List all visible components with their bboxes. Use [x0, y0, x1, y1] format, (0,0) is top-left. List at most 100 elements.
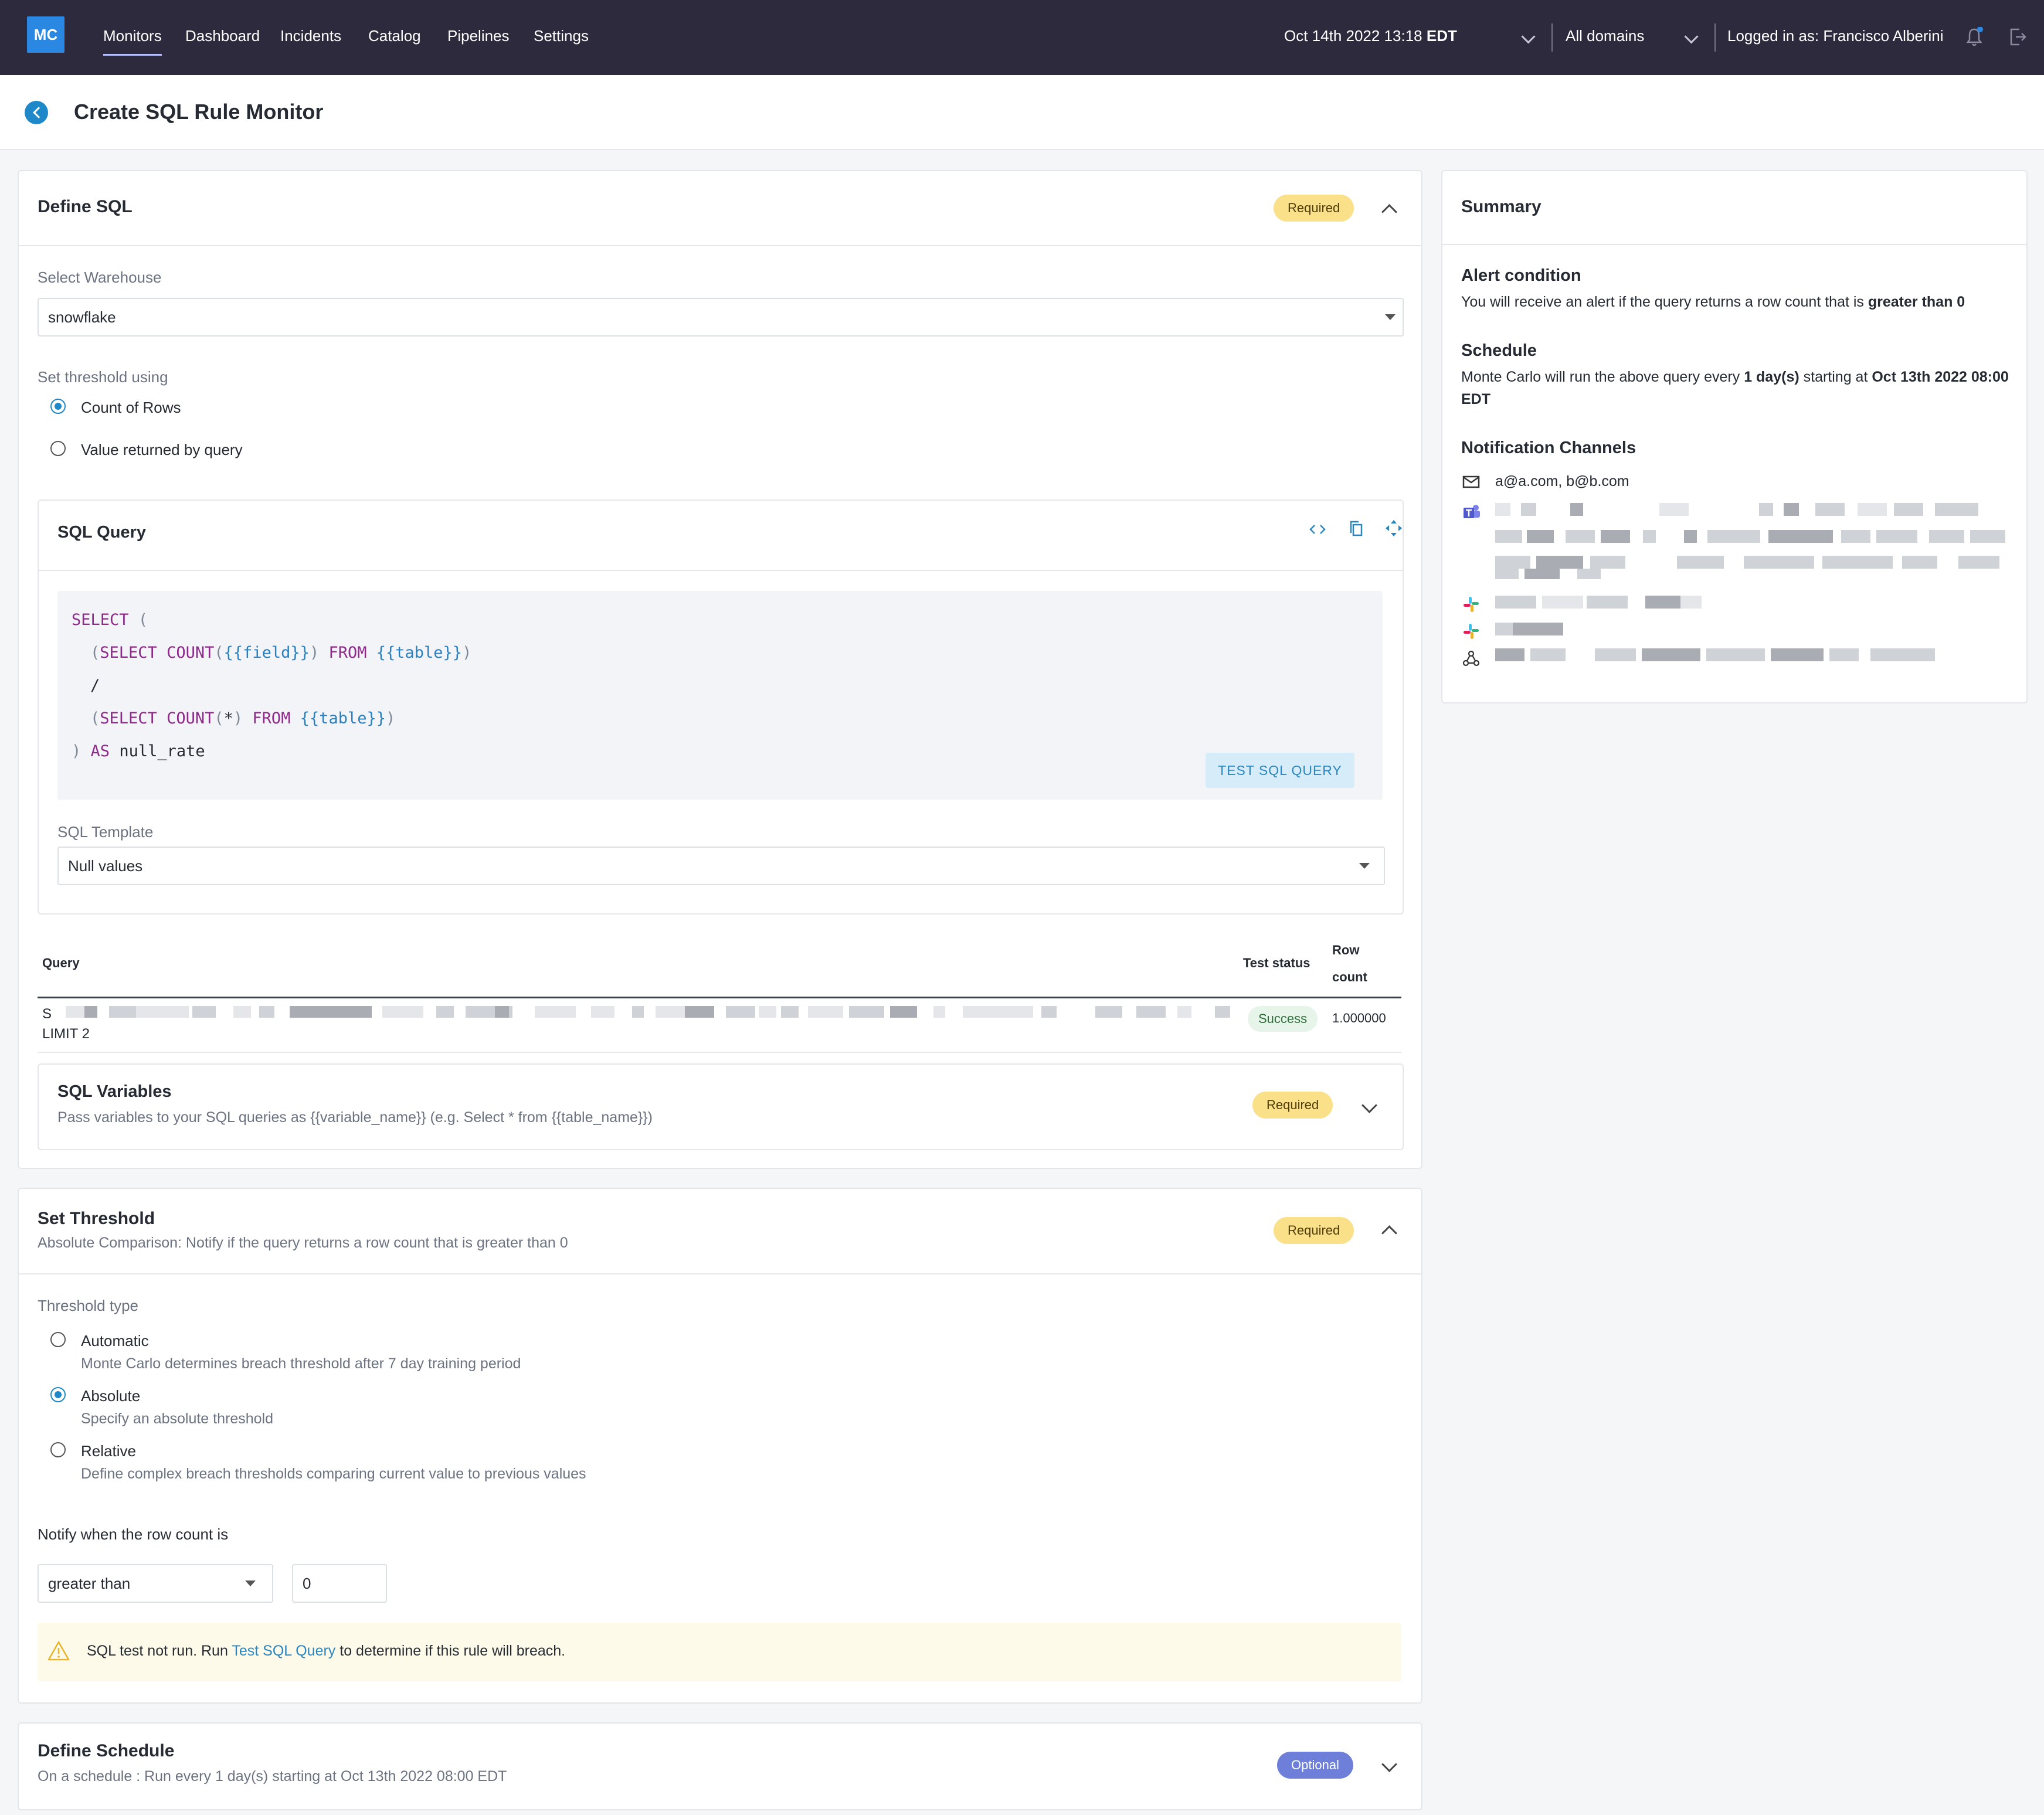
redacted-text [1829, 648, 1859, 661]
option-automatic[interactable]: Automatic [81, 1332, 149, 1350]
comparator-value: greater than [48, 1575, 131, 1592]
radio-value-returned[interactable] [50, 441, 66, 456]
test-sql-query-link[interactable]: Test SQL Query [232, 1643, 335, 1659]
redacted-text [290, 1006, 372, 1018]
chevron-down-icon[interactable] [1521, 29, 1536, 44]
divider [19, 245, 1421, 246]
define-schedule-title: Define Schedule [38, 1741, 175, 1760]
warehouse-select[interactable]: snowflake [38, 298, 1404, 337]
redacted-text [1771, 648, 1824, 661]
domain-select[interactable]: All domains [1566, 27, 1644, 45]
code-icon[interactable] [1308, 522, 1327, 537]
bell-icon[interactable] [1965, 27, 1983, 47]
chevron-up-icon[interactable] [1381, 1225, 1397, 1241]
expand-icon[interactable] [1384, 518, 1404, 538]
email-channel: a@a.com, b@b.com [1495, 473, 1629, 490]
redacted-text [685, 1006, 714, 1018]
nav-catalog[interactable]: Catalog [368, 27, 421, 45]
redacted-text [1495, 623, 1513, 635]
nav-pipelines[interactable]: Pipelines [447, 27, 510, 45]
col-count: count [1332, 970, 1367, 984]
redacted-text [1841, 530, 1870, 543]
redacted-text [382, 1006, 423, 1018]
radio-automatic[interactable] [50, 1332, 66, 1347]
code-token: COUNT [167, 709, 215, 728]
define-sql-card: Define SQL Required Select Warehouse sno… [18, 170, 1422, 1169]
redacted-text [1659, 503, 1689, 516]
nav-divider [1551, 23, 1553, 52]
caret-down-icon [1385, 314, 1396, 320]
col-test-status: Test status [1243, 956, 1310, 970]
option-value-returned[interactable]: Value returned by query [81, 441, 243, 459]
sql-warning-banner: SQL test not run. Run Test SQL Query to … [38, 1623, 1401, 1681]
sql-variables-panel[interactable]: SQL Variables Pass variables to your SQL… [38, 1063, 1404, 1150]
logout-icon[interactable] [2008, 27, 2028, 47]
copy-icon[interactable] [1347, 519, 1365, 538]
redacted-text [1041, 1006, 1057, 1018]
chevron-down-icon[interactable] [1361, 1097, 1377, 1113]
redacted-text [1495, 569, 1519, 579]
redacted-text [1495, 530, 1522, 543]
alert-bold: greater than 0 [1868, 294, 1965, 310]
code-token: ) [462, 644, 472, 662]
divider [19, 1273, 1421, 1274]
code-line-2: (SELECT COUNT({{field}}) FROM {{table}}) [90, 644, 471, 662]
option-absolute[interactable]: Absolute [81, 1387, 140, 1405]
alert-pre: You will receive an alert if the query r… [1461, 294, 1868, 310]
radio-count-of-rows[interactable] [50, 399, 66, 414]
code-token: AS [90, 742, 110, 760]
nav-monitors[interactable]: Monitors [103, 27, 162, 56]
chevron-down-icon[interactable] [1381, 1756, 1397, 1772]
sql-editor[interactable]: SELECT ( (SELECT COUNT({{field}}) FROM {… [57, 591, 1383, 800]
redacted-text [1215, 1006, 1230, 1018]
redacted-text [1590, 556, 1625, 569]
test-sql-query-button[interactable]: TEST SQL QUERY [1206, 753, 1354, 788]
redacted-text [1601, 530, 1630, 543]
slack-icon [1464, 624, 1479, 639]
redacted-text [1570, 503, 1583, 516]
code-token: ) [233, 709, 243, 728]
option-count-of-rows[interactable]: Count of Rows [81, 399, 181, 417]
comparator-select[interactable]: greater than [38, 1564, 273, 1603]
redacted-text [1784, 503, 1799, 516]
code-token: * [223, 709, 233, 728]
redacted-text [1929, 530, 1964, 543]
sql-variables-title: SQL Variables [57, 1082, 172, 1101]
redacted-text [535, 1006, 576, 1018]
redacted-text [1970, 530, 2005, 543]
chevron-up-icon[interactable] [1381, 204, 1397, 220]
option-relative[interactable]: Relative [81, 1442, 136, 1460]
option-absolute-desc: Specify an absolute threshold [81, 1410, 273, 1427]
code-line-1: SELECT ( [72, 611, 148, 629]
radio-absolute[interactable] [50, 1387, 66, 1402]
redacted-text [759, 1006, 776, 1018]
option-automatic-desc: Monte Carlo determines breach threshold … [81, 1355, 521, 1372]
back-arrow-icon[interactable] [25, 101, 48, 124]
define-schedule-card[interactable]: Define Schedule On a schedule : Run ever… [18, 1722, 1422, 1810]
alert-condition-heading: Alert condition [1461, 266, 1581, 285]
mail-icon [1462, 475, 1480, 488]
redacted-text [1566, 530, 1595, 543]
redacted-text [591, 1006, 614, 1018]
code-token: ( [138, 611, 148, 629]
redacted-text [808, 1006, 843, 1018]
radio-relative[interactable] [50, 1442, 66, 1457]
optional-badge: Optional [1277, 1752, 1353, 1779]
code-token: {{table}} [300, 709, 386, 728]
schedule-mid: starting at [1799, 369, 1872, 385]
redacted-text [1870, 648, 1935, 661]
chevron-down-icon[interactable] [1684, 29, 1699, 44]
caret-down-icon [1359, 863, 1370, 869]
nav-dashboard[interactable]: Dashboard [185, 27, 260, 45]
redacted-text [1680, 596, 1702, 609]
redacted-text [1595, 648, 1636, 661]
nav-incidents[interactable]: Incidents [280, 27, 341, 45]
threshold-type-label: Threshold type [38, 1297, 138, 1314]
redacted-text [109, 1006, 136, 1018]
threshold-value-input[interactable]: 0 [292, 1564, 387, 1603]
redacted-text [849, 1006, 884, 1018]
date-picker[interactable]: Oct 14th 2022 13:18 EDT [1284, 27, 1457, 45]
sql-template-select[interactable]: Null values [57, 847, 1385, 885]
nav-settings[interactable]: Settings [534, 27, 589, 45]
app-logo[interactable]: MC [27, 16, 64, 53]
